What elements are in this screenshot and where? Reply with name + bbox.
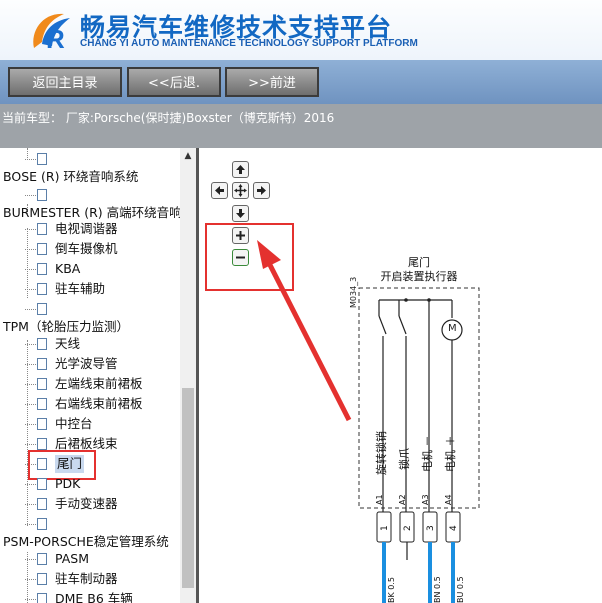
connector-number: 3 [426,525,436,531]
pin-function-label: 旋转锁销 [375,431,388,475]
document-icon [37,338,47,350]
tree-scrollbar[interactable]: ▲ [180,148,196,603]
document-icon [37,303,47,315]
tree-connector [27,228,28,298]
app-header: R 畅易汽车维修技术支持平台 CHANG YI AUTO MAINTENANCE… [0,0,602,60]
document-icon [37,478,47,490]
tree-node-psm[interactable]: PSM-PORSCHE稳定管理系统 [3,533,169,551]
forward-button[interactable]: >>前进 [225,67,319,97]
document-icon [37,438,47,450]
document-icon [37,553,47,565]
app-subtitle: CHANG YI AUTO MAINTENANCE TECHNOLOGY SUP… [80,38,418,49]
scrollbar-thumb[interactable] [182,388,194,588]
tree-node-tpm[interactable]: TPM（轮胎压力监测） [3,318,129,336]
current-model-bar: 当前车型： 厂家:Porsche(保时捷)Boxster（博克斯特）2016 [0,104,602,148]
connector-number: 1 [380,525,390,531]
document-icon [37,378,47,390]
motor-label: M [448,323,457,334]
pin-function-label: 锁爪 [398,448,411,470]
scroll-up-arrow-icon[interactable]: ▲ [180,148,196,164]
pin-id: A4 [444,494,453,505]
wire-label: BN 0.5 [433,576,442,603]
document-icon [37,518,47,530]
logo-icon: R [33,13,70,54]
component-code: M034_3 [349,276,358,308]
document-icon [37,498,47,510]
pin-function-label: 电机 ＋ [444,435,457,473]
pin-id: A3 [421,494,430,505]
pin-function-label: 电机 － [421,435,434,473]
wiring-schematic [358,287,480,603]
toolbar: 返回主目录 <<后退. >>前进 [0,60,602,104]
document-icon [37,573,47,585]
document-icon [37,398,47,410]
pin-id: A1 [375,494,384,505]
document-icon [37,243,47,255]
wire-label: BU 0.5 [456,576,465,603]
diagram-panel: 尾门 开启装置执行器 M034_3 M 旋转锁销 锁爪 电机 － 电机 ＋ A1… [199,148,602,603]
tree-panel: BOSE (R) 环绕音响系统 BURMESTER (R) 高端环绕音响 电视调… [0,148,180,603]
connector-number: 4 [449,525,459,531]
svg-text:R: R [46,24,65,54]
tree-connector [27,340,28,526]
back-button[interactable]: <<后退. [127,67,221,97]
document-icon [37,189,47,201]
document-icon [37,223,47,235]
document-icon [37,263,47,275]
document-icon [37,153,47,165]
home-button[interactable]: 返回主目录 [8,67,122,97]
document-icon [37,593,47,603]
wire-label: BK 0.5 [387,577,396,603]
current-model-text: 当前车型： 厂家:Porsche(保时捷)Boxster（博克斯特）2016 [2,111,335,125]
document-icon [37,358,47,370]
document-icon [37,418,47,430]
connector-number: 2 [403,525,413,531]
tree-node-bose[interactable]: BOSE (R) 环绕音响系统 [3,168,138,186]
document-icon [37,283,47,295]
pin-id: A2 [398,494,407,505]
